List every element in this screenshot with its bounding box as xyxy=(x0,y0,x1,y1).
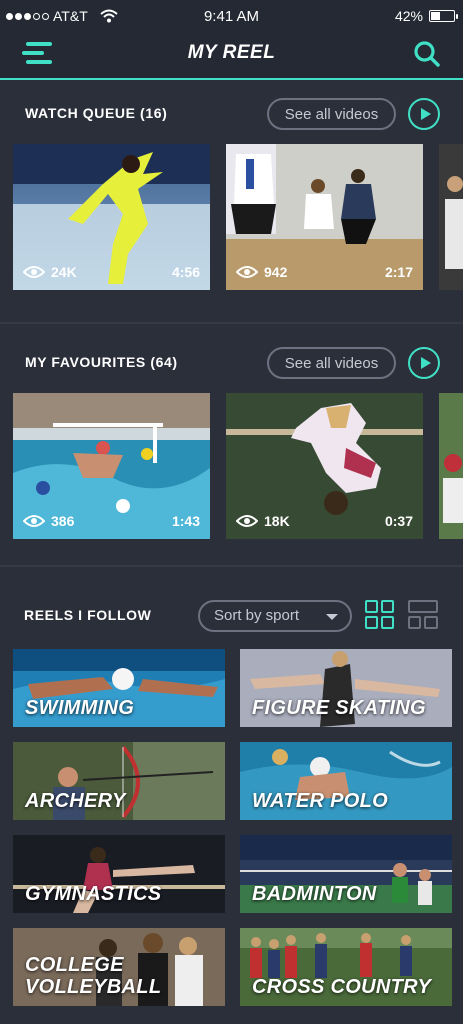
video-duration: 0:37 xyxy=(384,513,413,529)
list-view-icon[interactable] xyxy=(408,600,438,630)
view-count: 386 xyxy=(23,513,74,529)
clock: 9:41 AM xyxy=(203,8,260,25)
video-thumbnail[interactable]: 18K 0:37 xyxy=(226,393,423,539)
favourites-play-all-button[interactable] xyxy=(408,347,440,379)
watch-queue-see-all-button[interactable]: See all videos xyxy=(267,98,396,130)
view-count: 942 xyxy=(236,264,287,280)
athlete-image xyxy=(439,393,463,539)
view-count: 24K xyxy=(23,264,77,280)
video-duration: 2:17 xyxy=(384,264,413,280)
reel-label: COLLEGE VOLLEYBALL xyxy=(25,954,162,998)
reel-label: WATER POLO xyxy=(252,790,388,812)
eye-icon xyxy=(236,515,258,527)
athlete-image xyxy=(439,144,463,290)
search-icon[interactable] xyxy=(413,40,441,68)
view-count: 18K xyxy=(236,513,290,529)
grid-view-icon[interactable] xyxy=(365,600,395,630)
reel-tile-gymnastics[interactable]: GYMNASTICS xyxy=(13,835,225,913)
page-title: MY REEL xyxy=(187,42,276,63)
sort-label: Sort by sport xyxy=(214,607,300,624)
reels-follow-title: REELS I FOLLOW xyxy=(24,607,152,623)
reel-label: FIGURE SKATING xyxy=(252,697,426,719)
reel-tile-swimming[interactable]: SWIMMING xyxy=(13,649,225,727)
battery-icon xyxy=(429,10,458,22)
reel-label: SWIMMING xyxy=(25,697,135,719)
favourites-see-all-button[interactable]: See all videos xyxy=(267,347,396,379)
reel-tile-figure-skating[interactable]: FIGURE SKATING xyxy=(240,649,452,727)
status-bar: AT&T 9:41 AM 42% xyxy=(0,0,463,32)
watch-queue-title: WATCH QUEUE (16) xyxy=(25,105,168,121)
section-divider xyxy=(0,322,463,324)
battery-status: 42% xyxy=(394,8,458,24)
video-thumbnail[interactable]: 942 2:17 xyxy=(226,144,423,290)
video-thumbnail-partial[interactable] xyxy=(439,144,463,290)
favourites-title: MY FAVOURITES (64) xyxy=(25,354,178,370)
reel-tile-water-polo[interactable]: WATER POLO xyxy=(240,742,452,820)
video-thumbnail[interactable]: 386 1:43 xyxy=(13,393,210,539)
reel-label: ARCHERY xyxy=(25,790,126,812)
section-divider xyxy=(0,565,463,567)
video-duration: 1:43 xyxy=(171,513,200,529)
video-duration: 4:56 xyxy=(171,264,200,280)
watch-queue-play-all-button[interactable] xyxy=(408,98,440,130)
reel-label: GYMNASTICS xyxy=(25,883,162,905)
reel-tile-college-volleyball[interactable]: COLLEGE VOLLEYBALL xyxy=(13,928,225,1006)
reel-tile-badminton[interactable]: BADMINTON xyxy=(240,835,452,913)
eye-icon xyxy=(236,266,258,278)
sort-dropdown[interactable]: Sort by sport xyxy=(198,600,352,632)
eye-icon xyxy=(23,266,45,278)
battery-percent: 42% xyxy=(394,8,423,24)
reel-label: BADMINTON xyxy=(252,883,377,905)
video-thumbnail-partial[interactable] xyxy=(439,393,463,539)
chevron-down-icon xyxy=(326,614,338,620)
eye-icon xyxy=(23,515,45,527)
reel-label: CROSS COUNTRY xyxy=(252,976,432,998)
video-thumbnail[interactable]: 24K 4:56 xyxy=(13,144,210,290)
app-header: MY REEL xyxy=(0,32,463,80)
reel-tile-cross-country[interactable]: CROSS COUNTRY xyxy=(240,928,452,1006)
reel-tile-archery[interactable]: ARCHERY xyxy=(13,742,225,820)
